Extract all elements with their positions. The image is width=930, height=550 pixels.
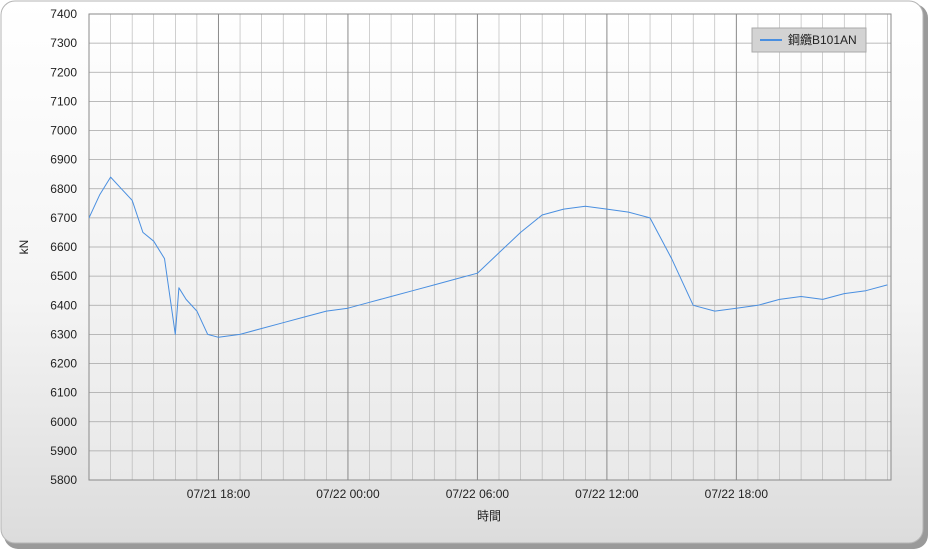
x-tick-label: 07/22 00:00 <box>316 487 380 501</box>
x-tick-label: 07/21 18:00 <box>187 487 251 501</box>
y-tick-label: 6900 <box>50 153 77 167</box>
y-tick-label: 5900 <box>50 444 77 458</box>
y-tick-label: 7400 <box>50 7 77 21</box>
y-tick-label: 6100 <box>50 386 77 400</box>
chart: 5800 5900 6000 6100 6200 6300 6400 6500 6600 6700… <box>0 0 928 549</box>
x-tick-label: 07/22 18:00 <box>705 487 769 501</box>
x-tick-label: 07/22 12:00 <box>575 487 639 501</box>
y-axis-label: kN <box>17 240 31 255</box>
y-tick-label: 6500 <box>50 269 77 283</box>
y-tick-label: 6400 <box>50 298 77 312</box>
x-tick-label: 07/22 06:00 <box>446 487 510 501</box>
y-tick-label: 5800 <box>50 473 77 487</box>
y-tick-label: 7000 <box>50 124 77 138</box>
y-tick-label: 6200 <box>50 357 77 371</box>
y-tick-label: 7100 <box>50 94 77 108</box>
y-tick-label: 6700 <box>50 211 77 225</box>
y-axis: 5800 5900 6000 6100 6200 6300 6400 6500 6600 6700… <box>50 7 77 487</box>
x-axis-label: 時間 <box>477 509 501 523</box>
y-tick-label: 6000 <box>50 415 77 429</box>
y-tick-label: 6600 <box>50 240 77 254</box>
y-tick-label: 7300 <box>50 36 77 50</box>
legend: 鋼纜B101AN <box>751 27 867 53</box>
legend-label: 鋼纜B101AN <box>788 33 857 47</box>
y-tick-label: 6300 <box>50 327 77 341</box>
y-tick-label: 7200 <box>50 65 77 79</box>
y-tick-label: 6800 <box>50 182 77 196</box>
